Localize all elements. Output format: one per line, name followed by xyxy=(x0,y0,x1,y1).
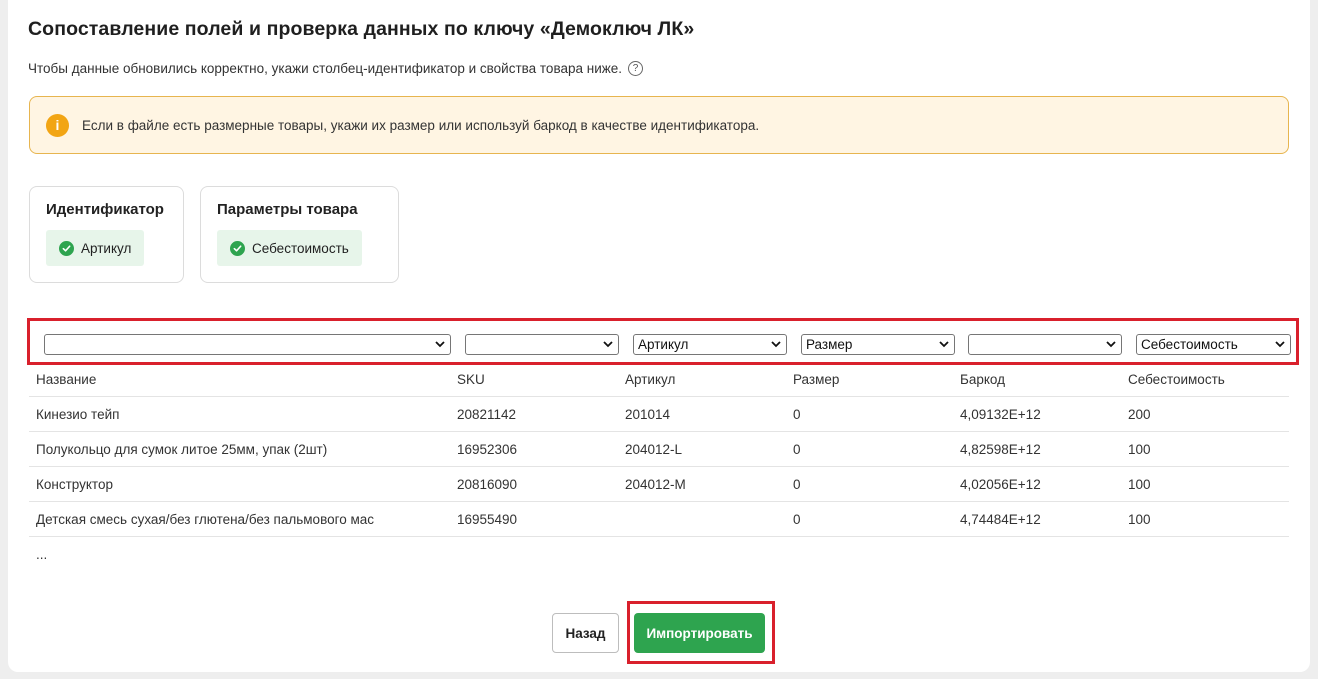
import-button[interactable]: Импортировать xyxy=(634,613,765,653)
params-box: Параметры товара Себестоимость xyxy=(200,186,399,283)
column-select-6[interactable]: Себестоимость xyxy=(1136,334,1291,355)
params-chip-label: Себестоимость xyxy=(252,240,349,256)
table-cell: 0 xyxy=(793,512,801,527)
table-row: Детская смесь сухая/без глютена/без паль… xyxy=(29,502,1289,537)
help-icon[interactable]: ? xyxy=(628,61,644,76)
subtitle-text: Чтобы данные обновились корректно, укажи… xyxy=(28,61,623,76)
column-select-3[interactable]: Артикул xyxy=(633,334,787,355)
chevron-down-icon xyxy=(1275,341,1285,348)
table-cell: 4,02056E+12 xyxy=(960,477,1041,492)
table-cell: 16955490 xyxy=(457,512,518,527)
check-icon xyxy=(59,240,74,256)
identifier-box: Идентификатор Артикул xyxy=(29,186,184,283)
preview-table: Название SKU Артикул Размер Баркод Себес… xyxy=(29,362,1289,572)
alert-text: Если в файле есть размерные товары, укаж… xyxy=(82,117,760,133)
identifier-chip: Артикул xyxy=(46,230,145,266)
table-cell: 201014 xyxy=(625,407,671,422)
chevron-down-icon xyxy=(603,341,613,348)
column-header: Баркод xyxy=(960,372,1006,387)
info-icon: i xyxy=(46,113,69,137)
column-header: Название xyxy=(36,372,97,387)
column-select-2[interactable] xyxy=(465,334,619,355)
table-cell: 4,09132E+12 xyxy=(960,407,1041,422)
table-ellipsis-row: ... xyxy=(29,537,1289,572)
table-cell: 16952306 xyxy=(457,442,518,457)
column-header: Себестоимость xyxy=(1128,372,1225,387)
check-icon xyxy=(230,240,245,256)
table-cell: 4,82598E+12 xyxy=(960,442,1041,457)
table-cell: Кинезио тейп xyxy=(36,407,120,422)
table-header-row: Название SKU Артикул Размер Баркод Себес… xyxy=(29,362,1289,397)
table-cell: 4,74484E+12 xyxy=(960,512,1041,527)
chevron-down-icon xyxy=(1106,341,1116,348)
column-select-6-value: Себестоимость xyxy=(1141,337,1238,352)
column-header: Артикул xyxy=(625,372,676,387)
table-cell: 20816090 xyxy=(457,477,518,492)
table-cell: 100 xyxy=(1128,442,1151,457)
table-cell: 200 xyxy=(1128,407,1151,422)
identifier-title: Идентификатор xyxy=(46,201,164,218)
chevron-down-icon xyxy=(771,341,781,348)
table-cell: Конструктор xyxy=(36,477,113,492)
column-header: Размер xyxy=(793,372,840,387)
column-header: SKU xyxy=(457,372,485,387)
table-cell: 0 xyxy=(793,407,801,422)
table-cell: 204012-M xyxy=(625,477,686,492)
identifier-chip-label: Артикул xyxy=(81,240,132,256)
chevron-down-icon xyxy=(939,341,949,348)
table-row: Полукольцо для сумок литое 25мм, упак (2… xyxy=(29,432,1289,467)
back-button[interactable]: Назад xyxy=(552,613,619,653)
column-select-4-value: Размер xyxy=(806,337,853,352)
table-cell: 100 xyxy=(1128,477,1151,492)
chevron-down-icon xyxy=(435,341,445,348)
column-select-5[interactable] xyxy=(968,334,1122,355)
table-ellipsis: ... xyxy=(36,547,48,562)
params-chip: Себестоимость xyxy=(217,230,362,266)
table-cell: 204012-L xyxy=(625,442,683,457)
column-mapping-row: Артикул Размер Себестоимость xyxy=(27,318,1299,365)
table-cell: Полукольцо для сумок литое 25мм, упак (2… xyxy=(36,442,328,457)
table-row: Кинезио тейп 20821142 201014 0 4,09132E+… xyxy=(29,397,1289,432)
main-card: Сопоставление полей и проверка данных по… xyxy=(8,0,1310,672)
params-title: Параметры товара xyxy=(217,201,358,218)
column-select-3-value: Артикул xyxy=(638,337,689,352)
table-row: Конструктор 20816090 204012-M 0 4,02056E… xyxy=(29,467,1289,502)
column-select-1[interactable] xyxy=(44,334,451,355)
table-cell: 100 xyxy=(1128,512,1151,527)
table-cell: 0 xyxy=(793,442,801,457)
page-subtitle: Чтобы данные обновились корректно, укажи… xyxy=(28,61,644,76)
table-cell: 0 xyxy=(793,477,801,492)
table-cell: 20821142 xyxy=(457,407,517,422)
column-select-4[interactable]: Размер xyxy=(801,334,955,355)
table-cell: Детская смесь сухая/без глютена/без паль… xyxy=(36,512,375,527)
page-title: Сопоставление полей и проверка данных по… xyxy=(28,18,695,40)
info-alert: i Если в файле есть размерные товары, ук… xyxy=(29,96,1289,154)
